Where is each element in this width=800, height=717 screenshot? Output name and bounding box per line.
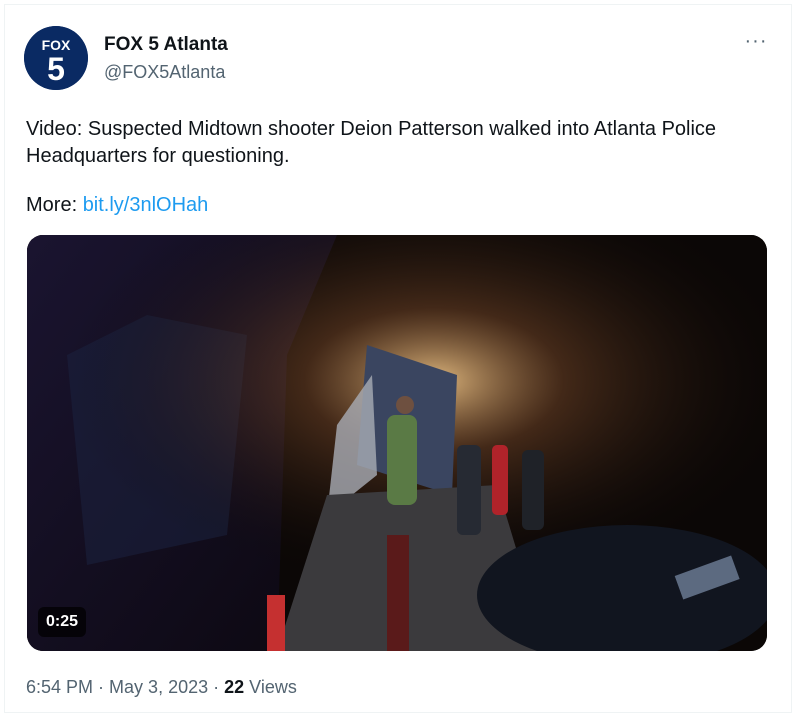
tweet-time[interactable]: 6:54 PM [26, 677, 93, 697]
author-handle[interactable]: @FOX5Atlanta [104, 62, 225, 83]
views-count: 22 [224, 677, 245, 697]
tweet-meta: 6:54 PM · May 3, 2023 · 22 Views [26, 677, 297, 698]
more-line: More: bit.ly/3nlOHah [26, 192, 208, 219]
video-player[interactable]: 0:25 [27, 235, 767, 651]
video-thumbnail [27, 235, 767, 651]
views-label: Views [244, 677, 297, 697]
fox5-logo-icon: FOX 5 [24, 26, 88, 90]
logo-text-5: 5 [47, 51, 65, 87]
tweet-text: Video: Suspected Midtown shooter Deion P… [26, 118, 717, 167]
meta-separator: · [208, 677, 225, 697]
author-name[interactable]: FOX 5 Atlanta [104, 34, 228, 56]
avatar[interactable]: FOX 5 [24, 26, 88, 90]
more-prefix: More: [26, 194, 83, 216]
more-dots-icon[interactable]: ··· [742, 31, 770, 56]
more-link[interactable]: bit.ly/3nlOHah [83, 194, 209, 216]
tweet-date[interactable]: May 3, 2023 [109, 677, 208, 697]
meta-separator: · [93, 677, 110, 697]
video-duration: 0:25 [38, 607, 87, 637]
